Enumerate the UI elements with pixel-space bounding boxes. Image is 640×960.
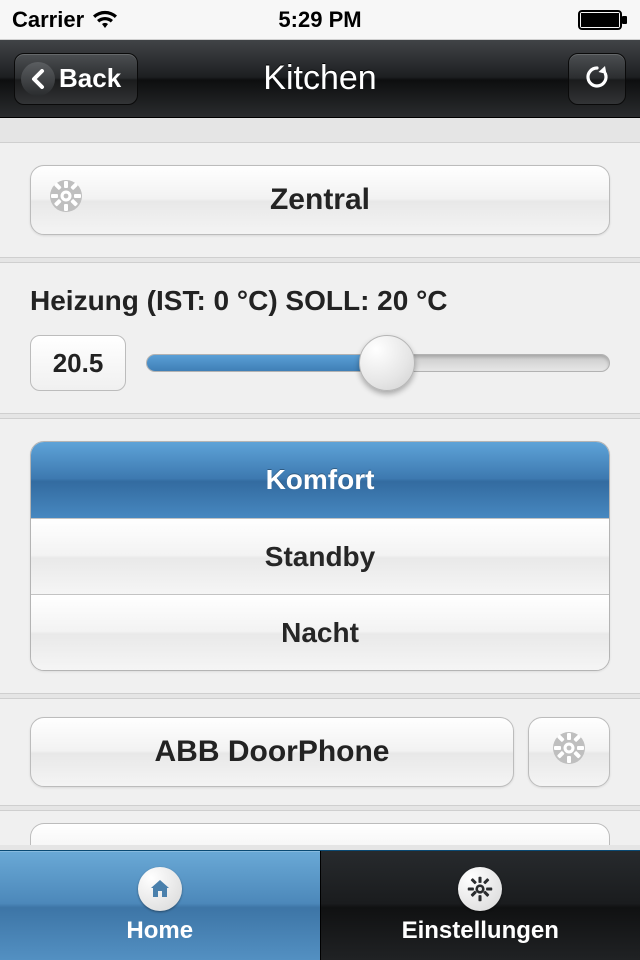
refresh-icon (583, 63, 611, 94)
zentral-button[interactable]: Zentral (30, 165, 610, 235)
gear-icon (49, 179, 83, 221)
back-label: Back (59, 63, 121, 94)
gear-icon (458, 867, 502, 911)
doorphone-button[interactable]: ABB DoorPhone (30, 717, 514, 787)
mode-label: Komfort (266, 464, 375, 496)
heating-value-box[interactable]: 20.5 (30, 335, 126, 391)
battery-icon (578, 10, 628, 30)
carrier-label: Carrier (12, 7, 84, 33)
section-doorphone: ABB DoorPhone (0, 698, 640, 806)
heating-label: Heizung (IST: 0 °C) SOLL: 20 °C (30, 285, 610, 317)
doorphone-label: ABB DoorPhone (155, 735, 390, 769)
mode-label: Nacht (281, 617, 359, 649)
mode-item-nacht[interactable]: Nacht (31, 594, 609, 670)
refresh-button[interactable] (568, 53, 626, 105)
slider-thumb[interactable] (359, 335, 415, 391)
mode-item-komfort[interactable]: Komfort (31, 442, 609, 518)
wifi-icon (92, 10, 118, 30)
mode-list: Komfort Standby Nacht (30, 441, 610, 671)
next-item-top[interactable] (30, 823, 610, 845)
status-bar: Carrier 5:29 PM (0, 0, 640, 40)
nav-bar: Back Kitchen (0, 40, 640, 118)
section-next-peek (0, 810, 640, 845)
mode-label: Standby (265, 541, 375, 573)
heating-slider[interactable] (146, 335, 610, 391)
tab-settings[interactable]: Einstellungen (320, 851, 640, 960)
section-heating: Heizung (IST: 0 °C) SOLL: 20 °C 20.5 (0, 262, 640, 414)
content-area: Zentral Heizung (IST: 0 °C) SOLL: 20 °C … (0, 118, 640, 850)
doorphone-settings-button[interactable] (528, 717, 610, 787)
chevron-left-icon (21, 62, 55, 96)
gear-icon (552, 731, 586, 773)
section-zentral: Zentral (0, 142, 640, 258)
back-button[interactable]: Back (14, 53, 138, 105)
section-modes: Komfort Standby Nacht (0, 418, 640, 694)
mode-item-standby[interactable]: Standby (31, 518, 609, 594)
tab-bar: Home Einstellungen (0, 850, 640, 960)
tab-settings-label: Einstellungen (402, 917, 559, 945)
page-title: Kitchen (263, 59, 376, 98)
tab-home[interactable]: Home (0, 851, 320, 960)
zentral-label: Zentral (270, 183, 370, 217)
status-time: 5:29 PM (278, 7, 361, 33)
tab-home-label: Home (126, 917, 193, 945)
home-icon (138, 867, 182, 911)
